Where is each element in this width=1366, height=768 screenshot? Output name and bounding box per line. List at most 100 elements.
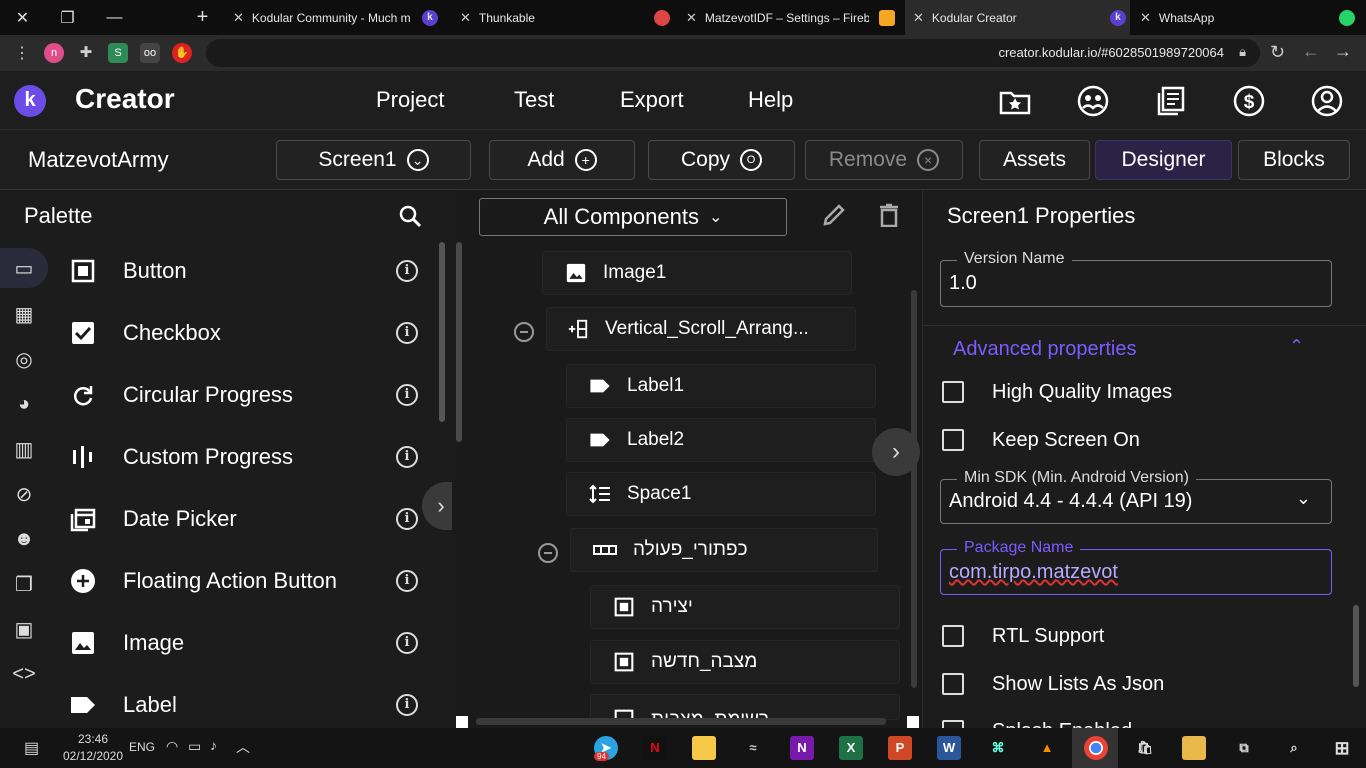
sticky-notes-icon[interactable] <box>692 736 716 760</box>
palette-item-circular-progress[interactable]: Circular Progress i <box>60 364 430 426</box>
powerpoint-icon[interactable]: P <box>888 736 912 760</box>
starred-projects-icon[interactable] <box>998 84 1032 118</box>
tree-node-new-matzeva-button[interactable]: מצבה_חדשה <box>590 640 900 684</box>
tree-node-vertical-scroll-arrangement[interactable]: Vertical_Scroll_Arrang... <box>546 307 856 351</box>
info-icon[interactable]: i <box>396 694 418 716</box>
tree-node-space1[interactable]: Space1 <box>566 472 876 516</box>
tree-node-create-button[interactable]: יצירה <box>590 585 900 629</box>
windows-start-icon[interactable]: ⊞ <box>1330 736 1354 760</box>
menu-help[interactable]: Help <box>748 87 793 113</box>
onenote-icon[interactable]: N <box>790 736 814 760</box>
category-storage-icon[interactable]: ❐ <box>0 564 48 604</box>
info-icon[interactable]: i <box>396 632 418 654</box>
category-maps-icon[interactable]: ▥ <box>0 429 48 469</box>
version-name-field[interactable]: Version Name 1.0 <box>940 250 1332 307</box>
clock-date[interactable]: 02/12/2020 <box>58 749 128 763</box>
notifications-icon[interactable]: ▤ <box>24 738 39 758</box>
tab-close-icon[interactable]: ✕ <box>686 10 697 26</box>
category-utilities-icon[interactable]: ▣ <box>0 609 48 649</box>
account-icon[interactable] <box>1310 84 1344 118</box>
category-media-icon[interactable]: ◎ <box>0 339 48 379</box>
category-drawing-icon[interactable]: ◕ <box>0 384 48 424</box>
app-icon[interactable]: ⌘ <box>986 736 1010 760</box>
tab-firebase[interactable]: ✕ MatzevotIDF – Settings – Fireb <box>678 0 898 35</box>
info-icon[interactable]: i <box>396 570 418 592</box>
delete-icon[interactable] <box>878 203 900 227</box>
volume-icon[interactable]: ♪ <box>210 737 217 753</box>
search-icon[interactable]: ⌕ <box>1282 736 1306 760</box>
documentation-icon[interactable] <box>1154 84 1188 118</box>
app-shark-icon[interactable]: ≈ <box>741 736 765 760</box>
extension-profile-icon[interactable]: n <box>44 43 64 63</box>
new-tab-button[interactable]: + <box>180 0 225 35</box>
components-filter-select[interactable]: All Components ⌄ <box>479 198 787 236</box>
palette-item-date-picker[interactable]: Date Picker i <box>60 488 430 550</box>
forward-icon[interactable]: → <box>1334 41 1352 62</box>
info-icon[interactable]: i <box>396 322 418 344</box>
tree-node-label1[interactable]: Label1 <box>566 364 876 408</box>
category-layout-icon[interactable]: ▦ <box>0 294 48 334</box>
assets-button[interactable]: Assets <box>979 140 1090 180</box>
remove-screen-button[interactable]: Remove × <box>805 140 963 180</box>
word-icon[interactable]: W <box>937 736 961 760</box>
tab-close-icon[interactable]: ✕ <box>1140 10 1151 26</box>
tab-thunkable[interactable]: ✕ Thunkable <box>452 0 672 35</box>
tab-whatsapp[interactable]: ✕ WhatsApp <box>1132 0 1357 35</box>
palette-item-button[interactable]: Button i <box>60 240 430 302</box>
palette-item-floating-action-button[interactable]: Floating Action Button i <box>60 550 430 612</box>
menu-dots-icon[interactable]: ⋮ <box>14 43 30 63</box>
add-screen-button[interactable]: Add + <box>489 140 635 180</box>
palette-item-checkbox[interactable]: Checkbox i <box>60 302 430 364</box>
palette-item-image[interactable]: Image i <box>60 612 430 674</box>
tab-close-icon[interactable]: ✕ <box>460 10 471 26</box>
splash-enabled-checkbox[interactable] <box>942 720 964 728</box>
chrome-icon[interactable] <box>1084 736 1108 760</box>
chevron-up-icon[interactable]: ⌃ <box>1289 336 1304 357</box>
package-name-value[interactable]: com.tirpo.matzevot <box>949 561 1118 584</box>
properties-scrollbar[interactable] <box>1353 605 1359 687</box>
palette-scrollbar[interactable] <box>439 242 445 422</box>
copy-screen-button[interactable]: Copy O <box>648 140 795 180</box>
puzzle-icon[interactable]: ✚ <box>76 43 96 63</box>
clock-time[interactable]: 23:46 <box>58 732 128 746</box>
min-sdk-value[interactable]: Android 4.4 - 4.4.4 (API 19) <box>949 490 1192 513</box>
dollar-icon[interactable]: $ <box>1232 84 1266 118</box>
show-lists-as-json-checkbox[interactable] <box>942 673 964 695</box>
blocks-button[interactable]: Blocks <box>1238 140 1350 180</box>
wifi-icon[interactable]: ◠ <box>166 738 178 755</box>
tree-horizontal-scrollbar[interactable] <box>476 718 886 725</box>
community-icon[interactable] <box>1076 84 1110 118</box>
chevron-right-icon[interactable]: › <box>437 493 444 519</box>
menu-test[interactable]: Test <box>514 87 554 113</box>
tab-kodular-community[interactable]: ✕ Kodular Community - Much m k <box>225 0 447 35</box>
collapse-node-icon[interactable] <box>514 322 534 342</box>
excel-icon[interactable]: X <box>839 736 863 760</box>
url-text[interactable]: creator.kodular.io/#6028501989720064 <box>998 45 1224 60</box>
extension-glasses-icon[interactable]: oo <box>140 43 160 63</box>
vlc-icon[interactable]: ▲ <box>1035 736 1059 760</box>
battery-icon[interactable]: ▭ <box>188 738 201 755</box>
minimize-window-icon[interactable]: — <box>92 0 137 35</box>
store-icon[interactable]: 🛍︎ <box>1133 736 1157 760</box>
info-icon[interactable]: i <box>396 384 418 406</box>
close-window-icon[interactable]: ✕ <box>0 0 45 35</box>
task-view-icon[interactable]: ⧉ <box>1232 736 1256 760</box>
info-icon[interactable]: i <box>396 446 418 468</box>
menu-export[interactable]: Export <box>620 87 684 113</box>
edit-icon[interactable] <box>822 203 846 227</box>
file-explorer-icon[interactable] <box>1182 736 1206 760</box>
tab-close-icon[interactable]: ✕ <box>913 10 924 26</box>
package-name-field[interactable]: Package Name com.tirpo.matzevot <box>940 539 1332 595</box>
tree-vertical-scrollbar[interactable] <box>911 290 917 688</box>
min-sdk-select[interactable]: Min SDK (Min. Android Version) Android 4… <box>940 469 1332 524</box>
extension-hand-icon[interactable]: ✋ <box>172 43 192 63</box>
language-indicator[interactable]: ENG <box>129 740 155 754</box>
netflix-icon[interactable]: N <box>643 736 667 760</box>
tab-kodular-creator[interactable]: ✕ Kodular Creator k <box>905 0 1130 35</box>
tree-node-action-buttons[interactable]: כפתורי_פעולה <box>570 528 878 572</box>
restore-window-icon[interactable]: ❐ <box>45 0 90 35</box>
info-icon[interactable]: i <box>396 508 418 530</box>
palette-item-custom-progress[interactable]: Custom Progress i <box>60 426 430 488</box>
menu-project[interactable]: Project <box>376 87 444 113</box>
info-icon[interactable]: i <box>396 260 418 282</box>
